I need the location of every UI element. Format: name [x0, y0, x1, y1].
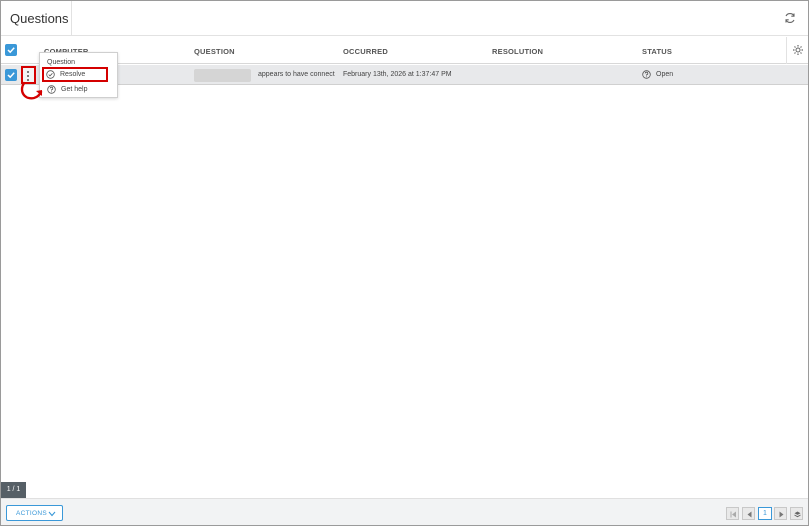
title-box: Questions — [1, 1, 72, 36]
column-header-status[interactable]: STATUS — [642, 47, 672, 56]
previous-page-button[interactable] — [742, 507, 755, 520]
page-count-badge: 1 / 1 — [1, 482, 26, 498]
page-title: Questions — [10, 11, 69, 26]
check-circle-icon — [46, 70, 55, 79]
column-header-question[interactable]: QUESTION — [194, 47, 235, 56]
page-header: Questions — [1, 1, 808, 36]
actions-label: ACTIONS — [16, 510, 47, 517]
status-badge: Open — [656, 71, 674, 78]
refresh-button[interactable] — [783, 11, 797, 25]
annotation-arrow-icon — [20, 81, 43, 100]
row-checkbox[interactable] — [5, 69, 17, 81]
resolve-menu-item[interactable]: Resolve — [42, 67, 108, 82]
select-all-checkbox[interactable] — [5, 44, 17, 56]
redacted-text — [194, 69, 251, 82]
first-page-icon — [730, 511, 736, 518]
question-circle-icon — [642, 70, 651, 79]
chevron-left-icon — [747, 511, 752, 518]
checkmark-icon — [7, 72, 15, 79]
footer-bar: ACTIONS 1 — [1, 498, 808, 525]
table-header: COMPUTER QUESTION OCCURRED RESOLUTION ST… — [1, 37, 808, 64]
column-header-resolution[interactable]: RESOLUTION — [492, 47, 543, 56]
gear-icon — [793, 45, 803, 55]
checkmark-icon — [7, 47, 15, 54]
get-help-menu-item[interactable]: Get help — [45, 83, 115, 96]
cell-occurred: February 13th, 2026 at 1:37:47 PM — [343, 71, 452, 78]
layers-button[interactable] — [790, 507, 803, 520]
question-circle-icon — [47, 85, 56, 94]
resolve-label: Resolve — [60, 71, 86, 78]
column-settings-button[interactable] — [786, 37, 808, 64]
menu-title: Question — [47, 59, 76, 66]
questions-window: Questions COMPUTER QUESTION OCCURRED RES… — [0, 0, 809, 526]
chevron-down-icon — [48, 511, 56, 517]
next-page-button[interactable] — [774, 507, 787, 520]
layers-icon — [794, 511, 801, 518]
table-row[interactable]: appears to have connect February 13th, 2… — [1, 65, 808, 85]
column-header-occurred[interactable]: OCCURRED — [343, 47, 388, 56]
cell-question: appears to have connect — [258, 71, 335, 78]
first-page-button[interactable] — [726, 507, 739, 520]
chevron-right-icon — [779, 511, 784, 518]
current-page-number[interactable]: 1 — [758, 507, 772, 520]
get-help-label: Get help — [61, 86, 88, 93]
actions-button[interactable]: ACTIONS — [6, 505, 63, 521]
refresh-icon — [785, 13, 795, 23]
